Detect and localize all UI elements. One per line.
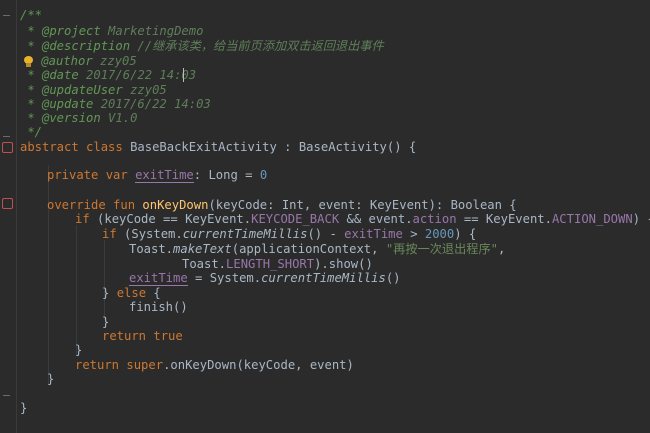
- code-line: }: [20, 401, 28, 415]
- code-line: if (System.currentTimeMillis() - exitTim…: [102, 227, 477, 241]
- code-line: }: [75, 343, 83, 357]
- fold-icon[interactable]: [3, 395, 10, 396]
- code-line: abstract class BaseBackExitActivity : Ba…: [20, 140, 417, 154]
- class-gutter-icon[interactable]: [2, 142, 13, 153]
- code-line: * @version V1.0: [20, 111, 138, 125]
- code-line: if (keyCode == KeyEvent.KEYCODE_BACK && …: [75, 212, 650, 226]
- code-line: @author zzy05: [34, 54, 137, 68]
- code-line: } else {: [102, 286, 161, 300]
- code-line: * @date 2017/6/22 14:03: [20, 68, 197, 82]
- code-line: private var exitTime: Long = 0: [47, 168, 268, 183]
- code-line: return true: [102, 329, 183, 343]
- text-cursor: [183, 68, 184, 82]
- code-line: * @update 2017/6/22 14:03: [20, 97, 211, 111]
- code-line: Toast.makeText(applicationContext, "再按一次…: [129, 242, 506, 256]
- code-line: /**: [20, 8, 43, 22]
- indent-guide: [76, 225, 77, 355]
- code-editor[interactable]: /** * @project MarketingDemo * @descript…: [0, 0, 650, 433]
- fold-icon[interactable]: [3, 136, 10, 137]
- editor-gutter[interactable]: [0, 0, 17, 433]
- code-line: finish(): [129, 300, 188, 314]
- code-line: */: [20, 125, 43, 139]
- code-line: * @project MarketingDemo: [20, 24, 204, 38]
- code-line: exitTime = System.currentTimeMillis(): [129, 271, 401, 286]
- lightbulb-icon[interactable]: [24, 56, 33, 67]
- code-line: Toast.LENGTH_SHORT).show(): [182, 257, 373, 271]
- code-line: * @updateUser zzy05: [20, 83, 167, 97]
- code-line: return super.onKeyDown(keyCode, event): [75, 358, 354, 372]
- code-line: * @description //继承该类，给当前页添加双击返回退出事件: [20, 39, 384, 53]
- fold-icon[interactable]: [3, 15, 10, 16]
- code-line: override fun onKeyDown(keyCode: Int, eve…: [47, 198, 517, 212]
- override-icon[interactable]: [2, 198, 13, 209]
- code-line: }: [102, 315, 110, 329]
- code-line: }: [47, 372, 55, 386]
- indent-guide: [104, 240, 105, 320]
